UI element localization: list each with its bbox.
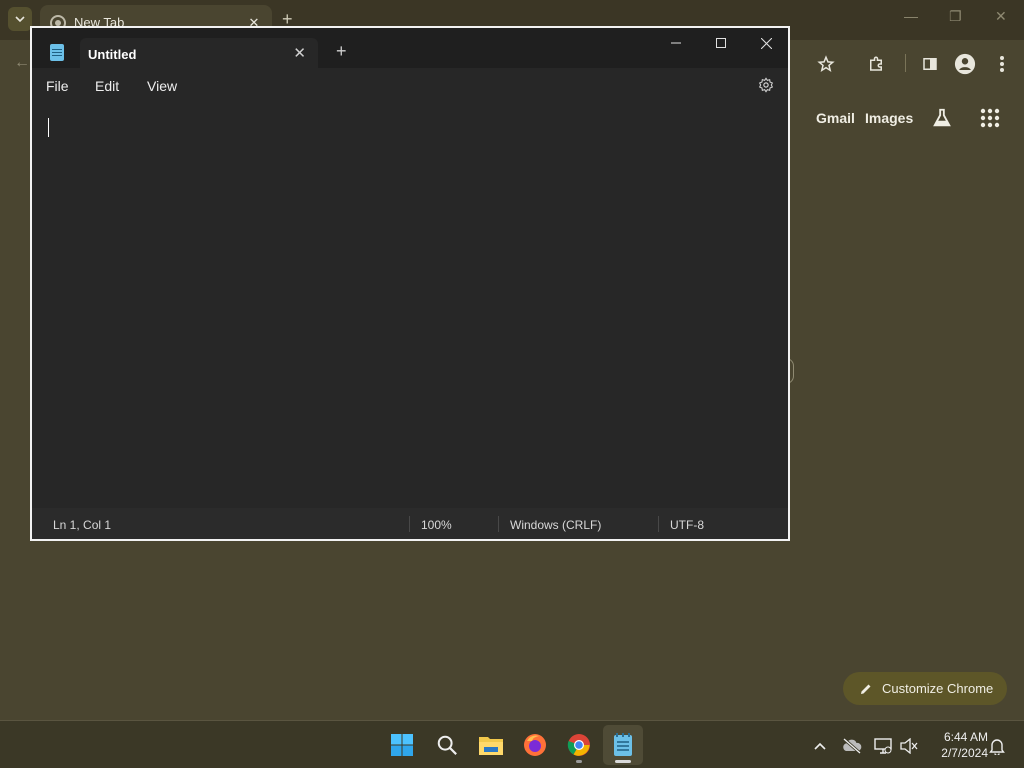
side-panel-icon[interactable] [918,52,942,76]
notepad-app-icon [50,44,64,61]
labs-flask-icon[interactable] [930,106,954,130]
file-explorer-icon [479,737,503,755]
close-icon [760,37,772,49]
running-indicator [576,760,582,763]
pencil-icon [859,682,873,696]
status-zoom[interactable]: 100% [421,518,452,532]
status-divider [498,516,499,532]
windows-taskbar: 6:44 AM 2/7/2024 [0,720,1024,768]
file-explorer-button[interactable] [471,725,511,765]
minimize-icon [671,42,681,44]
gmail-link[interactable]: Gmail [816,110,855,126]
notepad-taskbar-button[interactable] [603,725,643,765]
notepad-menubar: File Edit View [32,68,788,102]
restore-icon[interactable]: ❐ [949,8,962,25]
customize-chrome-button[interactable]: Customize Chrome [843,672,1007,705]
menu-view[interactable]: View [147,78,177,94]
notepad-window: Untitled ✕ + File Edit View Ln 1, Col 1 … [30,26,790,541]
close-icon[interactable]: ✕ [293,44,306,62]
start-icon [391,734,413,756]
status-cursor-position: Ln 1, Col 1 [53,518,112,532]
settings-gear-icon[interactable] [758,77,774,93]
search-button[interactable] [427,725,467,765]
notification-bell-icon[interactable] [987,736,1007,756]
minimize-icon[interactable]: — [904,8,918,24]
menu-edit[interactable]: Edit [95,78,119,94]
minimize-button[interactable] [654,30,698,56]
volume-muted-icon[interactable] [899,736,919,756]
active-indicator [615,760,631,763]
notepad-tab-title: Untitled [88,47,137,62]
profile-avatar-icon[interactable] [953,52,977,76]
images-link[interactable]: Images [865,110,913,126]
status-encoding[interactable]: UTF-8 [670,518,704,532]
maximize-icon [716,38,726,48]
firefox-icon [524,734,546,756]
notepad-tab-untitled[interactable]: Untitled ✕ [80,38,318,70]
status-divider [409,516,410,532]
system-clock[interactable]: 6:44 AM 2/7/2024 [928,729,988,761]
text-caret [48,118,49,137]
toolbar-divider [905,54,906,72]
clock-time: 6:44 AM [943,730,988,744]
notepad-statusbar: Ln 1, Col 1 100% Windows (CRLF) UTF-8 [32,508,788,539]
notepad-new-tab-button[interactable]: + [336,41,347,62]
search-icon [437,735,457,755]
firefox-button[interactable] [515,725,555,765]
more-menu-icon[interactable] [990,52,1014,76]
chrome-icon [567,734,590,756]
customize-chrome-label: Customize Chrome [882,681,994,696]
notepad-text-area[interactable] [32,102,788,508]
start-button[interactable] [382,725,422,765]
notepad-titlebar[interactable]: Untitled ✕ + [32,28,788,70]
maximize-button[interactable] [699,30,743,56]
chevron-down-icon [15,16,25,23]
chrome-button[interactable] [559,725,599,765]
status-line-ending[interactable]: Windows (CRLF) [510,518,601,532]
apps-grid-icon[interactable] [978,106,1002,130]
tab-search-button[interactable] [8,7,32,31]
bookmark-star-icon[interactable] [814,52,838,76]
back-arrow-icon[interactable]: ← [14,54,30,72]
close-icon[interactable]: ✕ [995,8,1007,25]
clock-date: 2/7/2024 [941,746,988,760]
extensions-puzzle-icon[interactable] [864,52,888,76]
menu-file[interactable]: File [46,78,69,94]
close-window-button[interactable] [744,30,788,56]
chevron-up-icon[interactable] [810,736,830,756]
notepad-icon [614,733,632,756]
onedrive-offline-icon[interactable] [842,736,862,756]
network-icon[interactable] [873,736,893,756]
status-divider [658,516,659,532]
